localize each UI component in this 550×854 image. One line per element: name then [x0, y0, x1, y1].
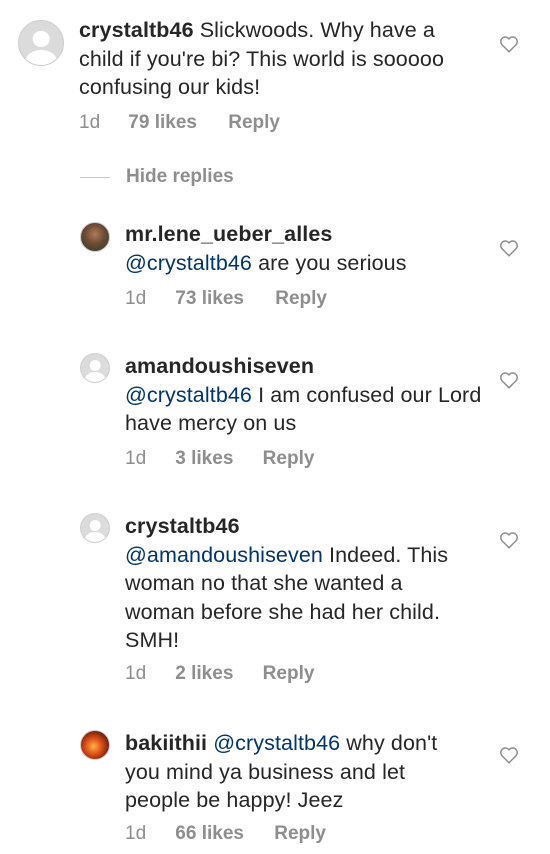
comment-username[interactable]: bakiithii	[125, 731, 207, 755]
avatar[interactable]	[80, 730, 110, 760]
comment-likes[interactable]: 66 likes	[175, 823, 244, 845]
comment-time: 1d	[125, 448, 147, 469]
comment-body: mr.lene_ueber_alles @crystaltb46 are you…	[125, 220, 495, 277]
reply-button[interactable]: Reply	[274, 823, 326, 845]
comment-username[interactable]: mr.lene_ueber_alles	[125, 222, 332, 246]
comment-meta: 1d 3 likes Reply	[125, 448, 314, 470]
comment-time: 1d	[79, 112, 101, 133]
avatar[interactable]	[80, 222, 110, 252]
mention-link[interactable]: @amandoushiseven	[125, 543, 323, 567]
heart-icon[interactable]	[499, 746, 519, 764]
comment-body: crystaltb46 Slickwoods. Why have a child…	[79, 16, 459, 102]
comment-likes[interactable]: 2 likes	[175, 663, 233, 685]
reply-button[interactable]: Reply	[228, 112, 280, 134]
divider	[80, 176, 110, 178]
comment-likes[interactable]: 73 likes	[175, 288, 244, 310]
comment-username[interactable]: crystaltb46	[125, 514, 240, 538]
reply-button[interactable]: Reply	[263, 448, 315, 470]
comment-username[interactable]: crystaltb46	[79, 18, 194, 42]
hide-replies-label: Hide replies	[126, 166, 234, 187]
reply-button[interactable]: Reply	[263, 663, 315, 685]
comment-time: 1d	[125, 663, 147, 684]
heart-icon[interactable]	[499, 371, 519, 389]
comment-body: crystaltb46 @amandoushiseven Indeed. Thi…	[125, 512, 470, 655]
comment-time: 1d	[125, 288, 147, 309]
avatar[interactable]	[18, 20, 64, 66]
hide-replies-button[interactable]: Hide replies	[80, 166, 234, 188]
mention-link[interactable]: @crystaltb46	[125, 251, 252, 275]
comment-meta: 1d 2 likes Reply	[125, 663, 314, 685]
heart-icon[interactable]	[499, 35, 519, 53]
heart-icon[interactable]	[499, 531, 519, 549]
comment-time: 1d	[125, 823, 147, 844]
avatar[interactable]	[80, 353, 110, 383]
comment-meta: 1d 79 likes Reply	[79, 112, 280, 134]
comment-meta: 1d 73 likes Reply	[125, 288, 327, 310]
comment-meta: 1d 66 likes Reply	[125, 823, 326, 845]
mention-link[interactable]: @crystaltb46	[213, 731, 340, 755]
comment-body: bakiithii @crystaltb46 why don't you min…	[125, 729, 475, 815]
comment-username[interactable]: amandoushiseven	[125, 354, 314, 378]
mention-link[interactable]: @crystaltb46	[125, 383, 252, 407]
comment-text: are you serious	[258, 250, 407, 275]
avatar[interactable]	[80, 513, 110, 543]
reply-button[interactable]: Reply	[275, 288, 327, 310]
comment-likes[interactable]: 3 likes	[175, 448, 233, 470]
comment-body: amandoushiseven @crystaltb46 I am confus…	[125, 352, 495, 438]
heart-icon[interactable]	[499, 239, 519, 257]
comment-likes[interactable]: 79 likes	[128, 112, 197, 134]
